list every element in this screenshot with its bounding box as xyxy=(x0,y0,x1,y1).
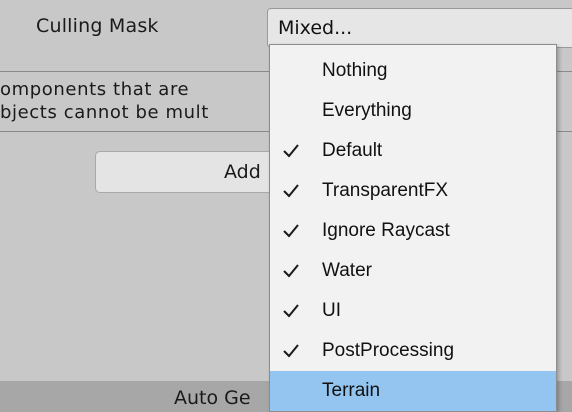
menu-item-label: UI xyxy=(322,300,341,321)
menu-item-label: PostProcessing xyxy=(322,340,455,361)
info-message-line: bjects cannot be mult xyxy=(0,102,209,123)
culling-mask-menu: Nothing Everything Default TransparentFX Ign… xyxy=(269,44,557,412)
culling-mask-value: Mixed... xyxy=(278,17,353,39)
menu-item-label: Nothing xyxy=(322,60,388,81)
menu-item-everything[interactable]: Everything xyxy=(270,91,556,131)
menu-item-label: Ignore Raycast xyxy=(322,220,450,241)
checkmark-icon xyxy=(280,140,302,162)
add-component-button-label: Add xyxy=(224,161,261,183)
menu-item-label: Default xyxy=(322,140,383,161)
menu-item-default[interactable]: Default xyxy=(270,131,556,171)
culling-mask-dropdown[interactable]: Mixed... xyxy=(267,8,572,48)
checkmark-icon xyxy=(280,180,302,202)
menu-item-terrain[interactable]: Terrain xyxy=(270,371,556,411)
menu-item-ignore-raycast[interactable]: Ignore Raycast xyxy=(270,211,556,251)
menu-item-postprocessing[interactable]: PostProcessing xyxy=(270,331,556,371)
menu-item-water[interactable]: Water xyxy=(270,251,556,291)
checkmark-icon xyxy=(280,340,302,362)
menu-item-ui[interactable]: UI xyxy=(270,291,556,331)
info-message-line: omponents that are xyxy=(0,79,190,100)
menu-item-label: Terrain xyxy=(322,380,381,401)
menu-item-label: Water xyxy=(322,260,372,281)
menu-item-label: TransparentFX xyxy=(322,180,449,201)
checkmark-icon xyxy=(280,300,302,322)
menu-item-nothing[interactable]: Nothing xyxy=(270,51,556,91)
checkmark-icon xyxy=(280,220,302,242)
info-message: omponents that are bjects cannot be mult xyxy=(0,78,209,124)
auto-generate-label: Auto Ge xyxy=(174,387,251,409)
culling-mask-label: Culling Mask xyxy=(36,15,159,37)
menu-item-label: Everything xyxy=(322,100,412,121)
checkmark-icon xyxy=(280,260,302,282)
menu-item-transparentfx[interactable]: TransparentFX xyxy=(270,171,556,211)
